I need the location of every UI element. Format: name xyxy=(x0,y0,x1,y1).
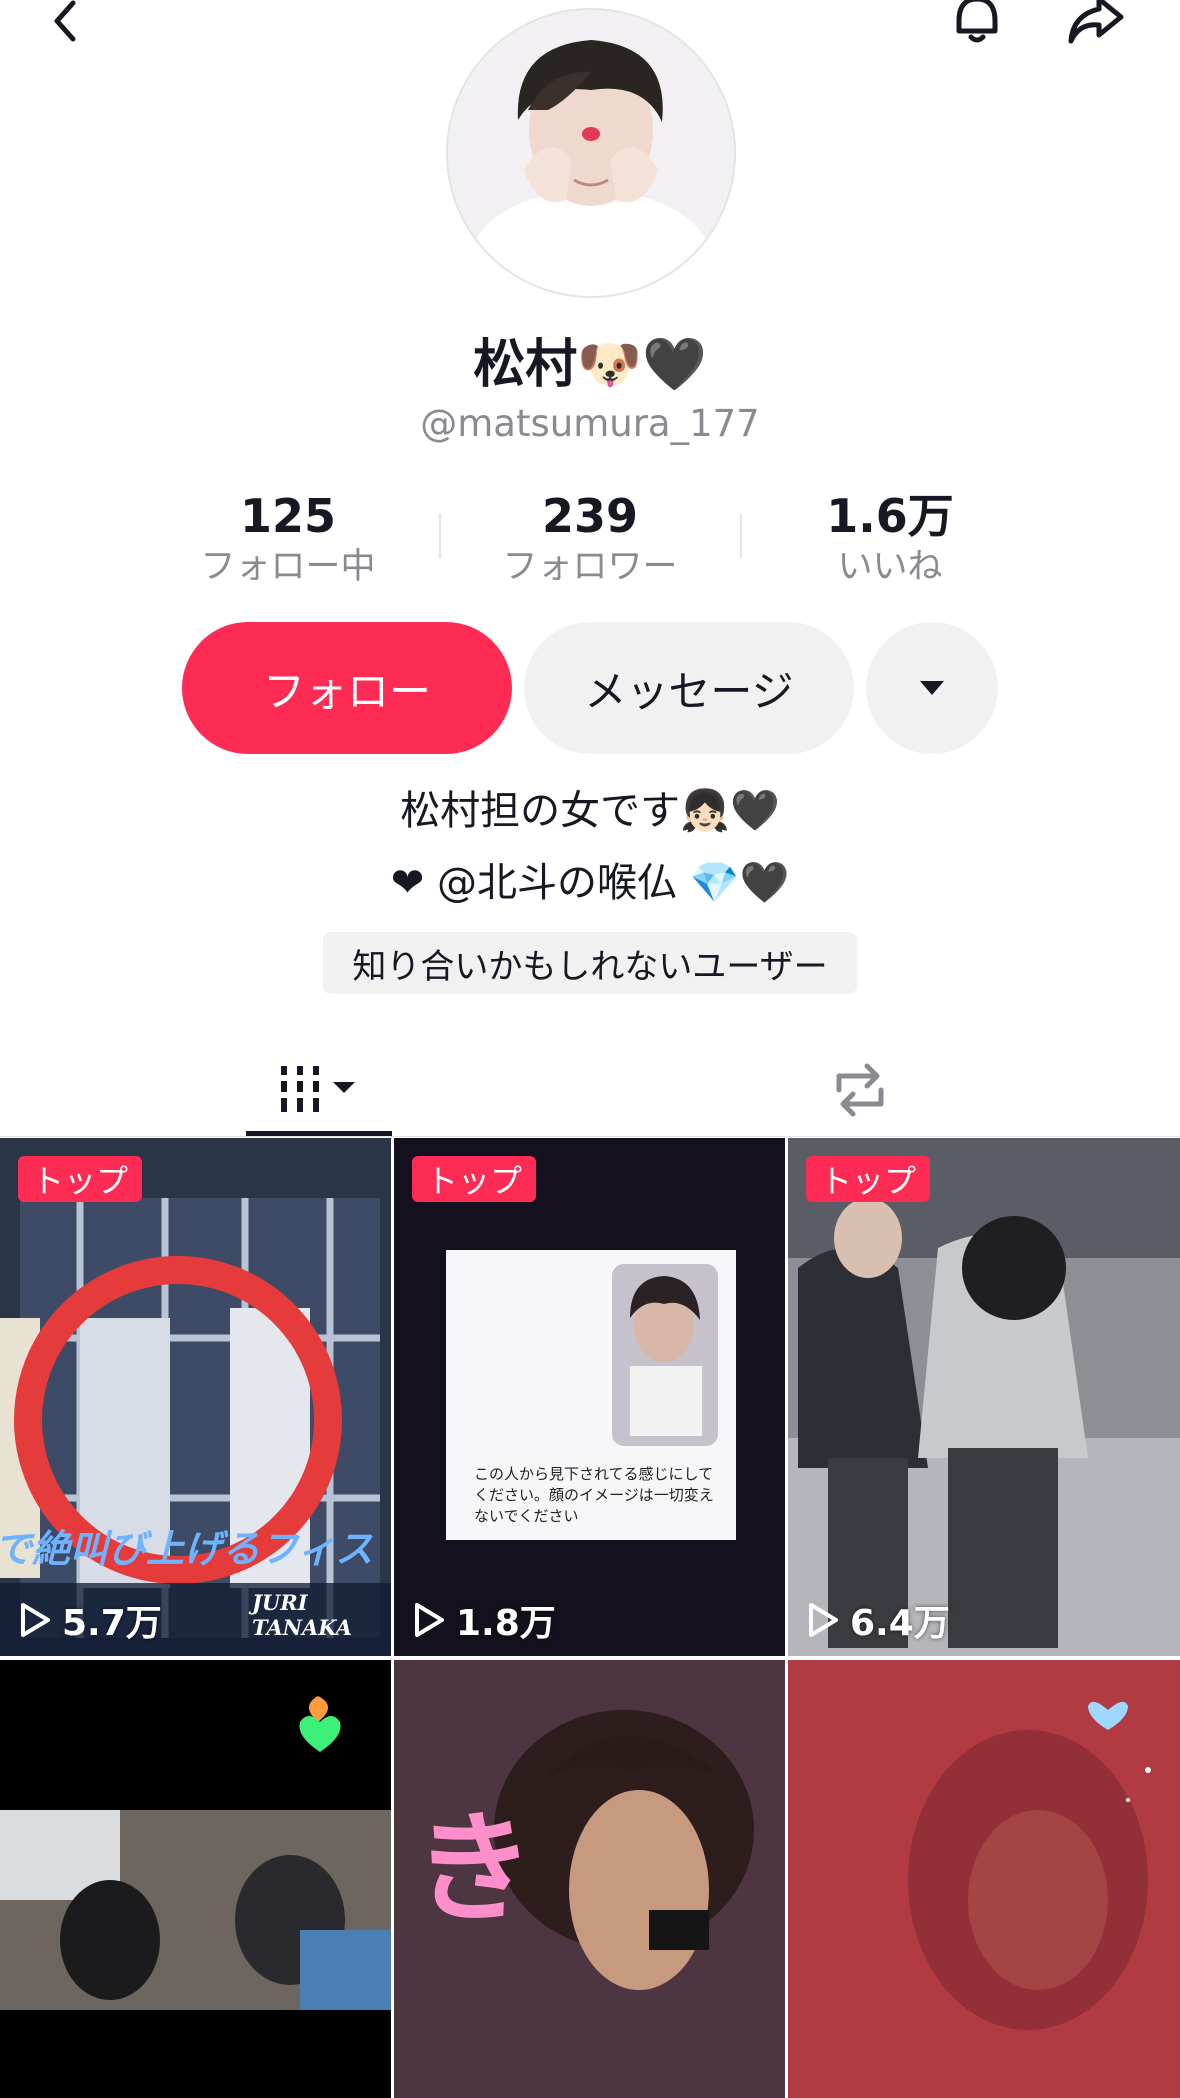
view-count: 5.7万 xyxy=(18,1594,162,1646)
video-grid: で絶叫び上げるフィス JURI TANAKA トップ 5.7万 この人から見下さ… xyxy=(0,1138,1180,2098)
stat-divider xyxy=(439,514,441,558)
likes-label: いいね xyxy=(837,547,943,587)
stat-followers[interactable]: 239 フォロワー xyxy=(470,488,710,590)
message-button[interactable]: メッセージ xyxy=(524,622,854,754)
video-thumbnail[interactable]: この人から見下されてる感じにしてください。顔のイメージは一切変えないでください … xyxy=(394,1138,785,1656)
bio-line-2[interactable]: ❤ @北斗の喉仏 💎🖤 xyxy=(0,850,1180,908)
followers-label: フォロワー xyxy=(502,547,678,587)
video-caption: この人から見下されてる感じにしてください。顔のイメージは一切変えないでください xyxy=(474,1465,714,1525)
display-name: 松村🐶🖤 xyxy=(473,335,707,395)
bio-line-1: 松村担の女です👧🏻🖤 xyxy=(400,788,780,834)
following-count: 125 xyxy=(239,489,337,543)
likes-count: 1.6万 xyxy=(826,489,954,543)
view-count-value: 1.8万 xyxy=(456,1603,556,1644)
video-credit: JURI TANAKA xyxy=(252,1590,352,1640)
more-options-button[interactable] xyxy=(866,622,998,754)
repost-icon xyxy=(836,1063,884,1117)
back-icon[interactable] xyxy=(30,0,100,56)
video-thumbnail[interactable] xyxy=(788,1660,1180,2098)
suggested-user-tag[interactable]: 知り合いかもしれないユーザー xyxy=(323,932,857,994)
tab-divider xyxy=(0,1136,1180,1137)
view-count: 1.8万 xyxy=(412,1594,556,1646)
view-count-value: 5.7万 xyxy=(62,1603,162,1644)
view-count-value: 6.4万 xyxy=(850,1603,950,1644)
pinned-badge: トップ xyxy=(18,1156,143,1202)
share-icon[interactable] xyxy=(1060,0,1130,56)
video-thumbnail[interactable] xyxy=(0,1660,391,2098)
tab-videos[interactable] xyxy=(246,1040,392,1140)
followers-count: 239 xyxy=(541,489,639,543)
following-label: フォロー中 xyxy=(200,547,376,587)
caret-down-icon xyxy=(920,681,944,695)
svg-text:き: き xyxy=(414,1800,534,1939)
avatar[interactable] xyxy=(446,8,736,298)
pinned-badge: トップ xyxy=(412,1156,537,1202)
follow-button[interactable]: フォロー xyxy=(182,622,512,754)
video-thumbnail[interactable]: トップ 6.4万 xyxy=(788,1138,1180,1656)
username: @matsumura_177 xyxy=(420,402,760,445)
bell-icon[interactable] xyxy=(942,0,1012,56)
tab-reposts[interactable] xyxy=(800,1040,920,1140)
stat-divider xyxy=(740,514,742,558)
play-icon xyxy=(809,1603,838,1637)
video-caption: で絶叫び上げるフィス xyxy=(0,1527,374,1571)
video-thumbnail[interactable]: き xyxy=(394,1660,785,2098)
stat-likes[interactable]: 1.6万 いいね xyxy=(770,488,1010,590)
view-count: 6.4万 xyxy=(806,1594,950,1646)
pinned-badge: トップ xyxy=(806,1156,931,1202)
stat-following[interactable]: 125 フォロー中 xyxy=(168,488,408,590)
grid-icon xyxy=(281,1066,355,1112)
play-icon xyxy=(415,1603,444,1637)
video-thumbnail[interactable]: で絶叫び上げるフィス JURI TANAKA トップ 5.7万 xyxy=(0,1138,391,1656)
play-icon xyxy=(21,1603,50,1637)
